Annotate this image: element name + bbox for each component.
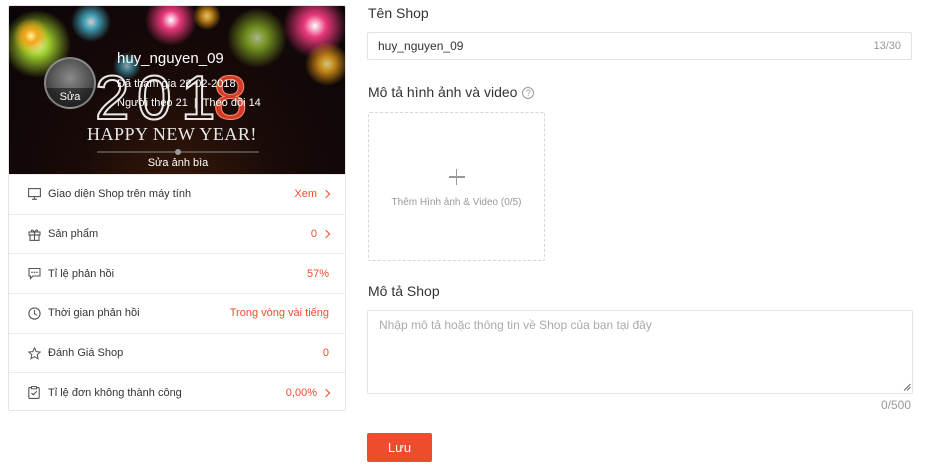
- stat-row-response-time: Thời gian phản hồi Trong vòng vài tiếng: [9, 293, 345, 333]
- chevron-right-icon: [321, 388, 331, 398]
- chevron-right-icon: [321, 190, 331, 199]
- shop-name-field[interactable]: 13/30: [367, 32, 912, 60]
- stat-label: Tỉ lệ đơn không thành công: [48, 386, 182, 399]
- follow-separator: |: [193, 97, 197, 109]
- chevron-right-icon: [321, 229, 331, 239]
- chat-icon: [27, 267, 41, 281]
- star-icon: [27, 346, 41, 360]
- avatar-edit-label[interactable]: Sửa: [46, 88, 94, 107]
- stat-label: Thời gian phản hồi: [48, 307, 140, 320]
- desktop-icon: [27, 187, 41, 201]
- stat-value: 0: [323, 347, 329, 359]
- add-media-label: Thêm Hình ảnh & Video (0/5): [391, 197, 522, 208]
- stat-value[interactable]: 0: [310, 228, 331, 241]
- media-label-text: Mô tả hình ảnh và video: [368, 84, 518, 100]
- shop-name-label: Tên Shop: [368, 5, 429, 21]
- shop-cover[interactable]: 2 0 1 8 Sửa huy_nguyen_09 Đã tham gia 22…: [9, 6, 345, 174]
- edit-cover-button[interactable]: Sửa ảnh bìa: [9, 154, 345, 174]
- stat-row-products[interactable]: Sản phẩm 0: [9, 213, 345, 254]
- stat-value-text: Trong vòng vài tiếng: [229, 307, 329, 320]
- clipboard-icon: [27, 386, 41, 400]
- following-count: Theo dõi 14: [202, 97, 261, 109]
- gift-icon: [27, 227, 41, 241]
- stat-row-failed-orders[interactable]: Tỉ lệ đơn không thành công 0,00%: [9, 372, 345, 410]
- add-media-button[interactable]: Thêm Hình ảnh & Video (0/5): [368, 112, 545, 261]
- stat-row-desktop-view[interactable]: Giao diện Shop trên máy tính Xem: [9, 174, 345, 214]
- avatar[interactable]: Sửa: [44, 57, 96, 109]
- stat-value-text: 0,00%: [285, 386, 317, 399]
- stat-value: Trong vòng vài tiếng: [230, 307, 329, 319]
- cover-greeting: HAPPY NEW YEAR!: [87, 124, 257, 144]
- media-label: Mô tả hình ảnh và video?: [368, 84, 535, 100]
- stat-value: 57%: [307, 268, 329, 280]
- stat-label: Giao diện Shop trên máy tính: [48, 188, 192, 201]
- stat-value-text: 0: [310, 228, 317, 241]
- help-icon[interactable]: ?: [522, 87, 535, 99]
- shop-name-counter: 13/30: [873, 40, 901, 52]
- stat-value[interactable]: 0,00%: [285, 386, 331, 399]
- shop-description-label: Mô tả Shop: [368, 283, 440, 299]
- resize-grip-icon[interactable]: [903, 383, 911, 391]
- joined-date: Đã tham gia 22-02-2018: [117, 78, 236, 90]
- stat-row-shop-rating: Đánh Giá Shop 0: [9, 332, 345, 373]
- stat-label: Sản phẩm: [48, 228, 99, 241]
- shop-stats-list: Giao diện Shop trên máy tính Xem Sản phẩ…: [9, 174, 345, 410]
- shop-description-input[interactable]: [367, 310, 913, 394]
- shop-username: huy_nguyen_09: [117, 50, 224, 67]
- stat-label: Tỉ lệ phản hồi: [48, 267, 115, 280]
- stat-value-text: 0: [322, 347, 329, 360]
- stat-value[interactable]: Xem: [294, 188, 331, 201]
- shop-profile-card: 2 0 1 8 Sửa huy_nguyen_09 Đã tham gia 22…: [8, 5, 346, 411]
- stat-row-response-rate: Tỉ lệ phản hồi 57%: [9, 253, 345, 293]
- save-button[interactable]: Lưu: [367, 433, 432, 462]
- plus-icon: [448, 169, 465, 185]
- stat-value-text: Xem: [294, 188, 317, 201]
- follow-stats: Người theo 21 | Theo dõi 14: [117, 97, 261, 109]
- followers-count: Người theo 21: [117, 97, 188, 109]
- shop-name-input[interactable]: [378, 39, 874, 53]
- stat-label: Đánh Giá Shop: [48, 347, 124, 360]
- stat-value-text: 57%: [306, 267, 329, 280]
- shop-description-counter: 0/500: [881, 398, 912, 412]
- clock-icon: [27, 306, 41, 320]
